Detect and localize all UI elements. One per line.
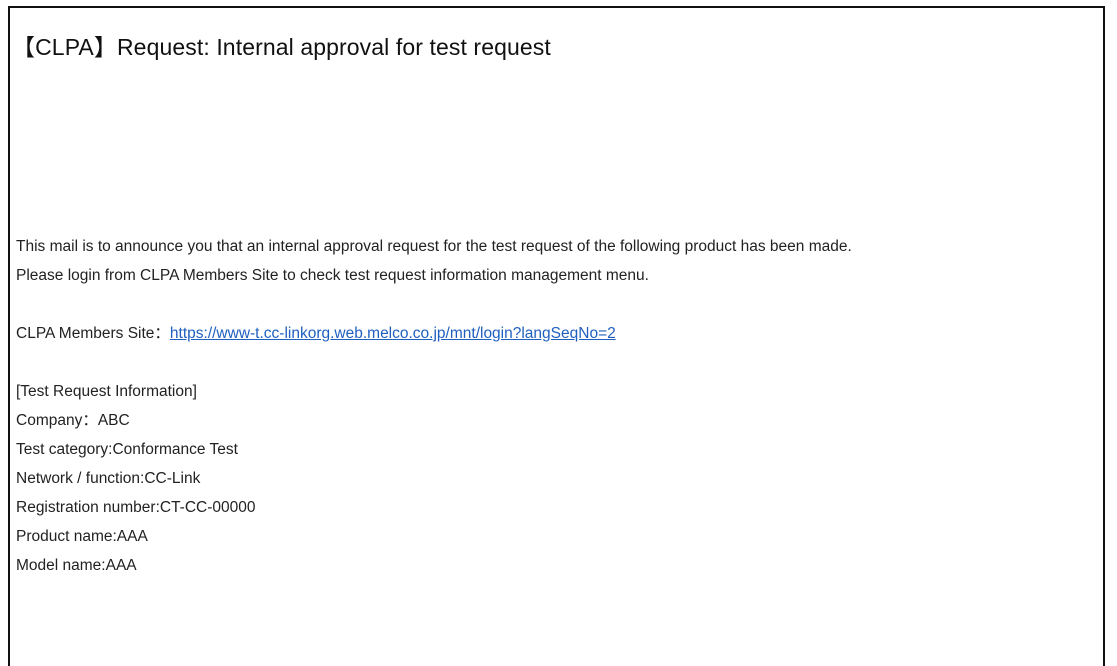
info-test-category: Test category:Conformance Test <box>16 441 238 458</box>
info-heading: [Test Request Information] <box>16 383 197 400</box>
mail-subject: 【CLPA】Request: Internal approval for tes… <box>12 34 551 60</box>
mail-body: This mail is to announce you that an int… <box>16 232 852 580</box>
info-registration-number: Registration number:CT-CC-00000 <box>16 499 256 516</box>
info-company: Company：ABC <box>16 412 130 429</box>
info-model-name: Model name:AAA <box>16 557 137 574</box>
intro-line-2: Please login from CLPA Members Site to c… <box>16 267 649 284</box>
mail-frame: 【CLPA】Request: Internal approval for tes… <box>8 6 1105 666</box>
info-network-function: Network / function:CC-Link <box>16 470 201 487</box>
members-site-link[interactable]: https://www-t.cc-linkorg.web.melco.co.jp… <box>170 325 616 342</box>
members-site-line: CLPA Members Site：https://www-t.cc-linko… <box>16 319 852 348</box>
intro-line-1: This mail is to announce you that an int… <box>16 238 852 255</box>
info-product-name: Product name:AAA <box>16 528 148 545</box>
members-site-label: CLPA Members Site： <box>16 325 170 342</box>
